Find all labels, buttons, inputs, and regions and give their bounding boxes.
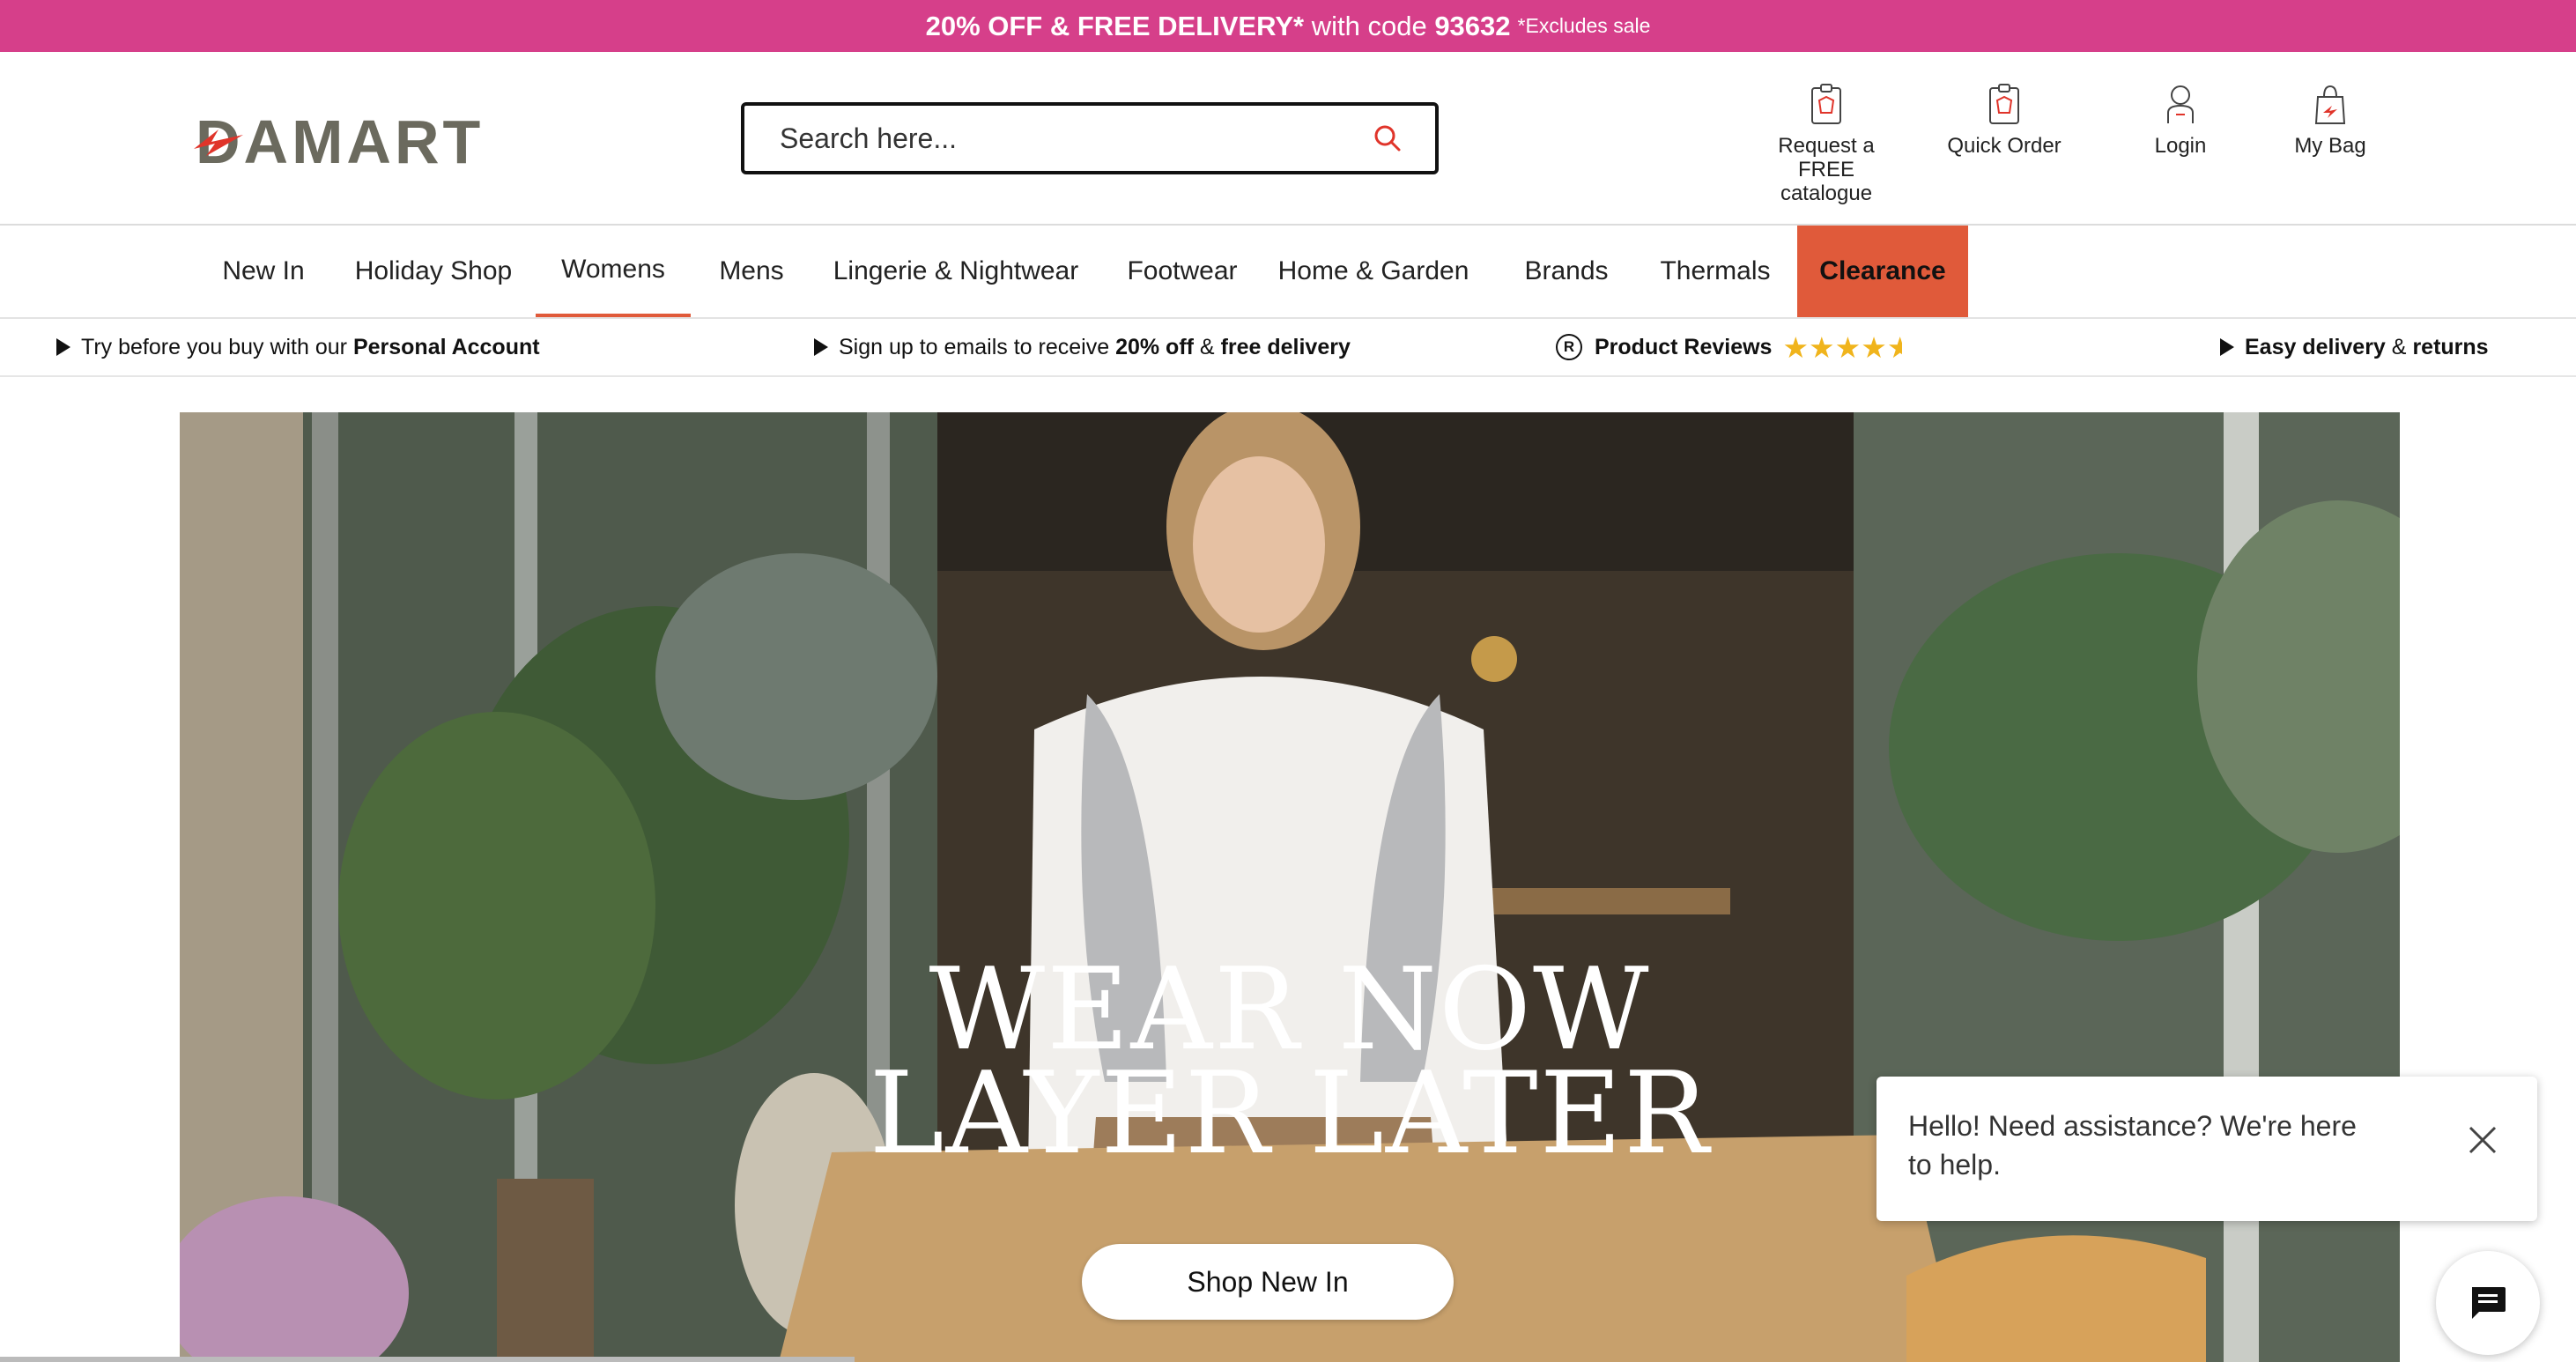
search-icon[interactable] (1372, 122, 1403, 154)
user-icon (2167, 85, 2194, 123)
shop-new-in-button[interactable]: Shop New In (1082, 1244, 1454, 1320)
usp-delivery-mid: & (2391, 334, 2407, 359)
damart-logo[interactable]: DAMART (194, 107, 484, 177)
nav-item-clearance[interactable]: Clearance (1797, 226, 1968, 317)
usp-email-bold1: 20% off (1115, 334, 1194, 359)
nav-item-new-in[interactable]: New In (197, 226, 329, 317)
nav-item-mens[interactable]: Mens (694, 226, 809, 317)
chat-message: Hello! Need assistance? We're here to he… (1908, 1110, 2357, 1181)
nav-item-brands[interactable]: Brands (1514, 226, 1619, 317)
search-box[interactable] (741, 102, 1439, 174)
usp-delivery-bold1: Easy delivery (2245, 334, 2386, 359)
catalogue-line-3: catalogue (1780, 181, 1873, 205)
usp-personal-prefix: Try before you buy with our (81, 334, 347, 359)
quick-order-label: Quick Order (1947, 134, 2062, 158)
usp-email-signup[interactable]: Sign up to emails to receive 20% off & f… (814, 319, 1351, 375)
my-bag-label: My Bag (2294, 134, 2366, 158)
close-icon[interactable] (2465, 1122, 2500, 1158)
main-nav: New In Holiday Shop Womens Mens Lingerie… (0, 226, 2576, 319)
quick-order-icon (1989, 84, 2019, 124)
my-bag-link[interactable]: My Bag (2286, 83, 2374, 158)
play-arrow-icon (2220, 338, 2234, 356)
logo-swoosh-icon (194, 130, 243, 156)
star-icon: ★ (1861, 330, 1887, 364)
usp-personal-account[interactable]: Try before you buy with our Personal Acc… (56, 319, 540, 375)
login-label: Login (2154, 134, 2207, 158)
usp-email-prefix: Sign up to emails to receive (839, 334, 1110, 359)
request-catalogue-link[interactable]: Request a FREE catalogue (1778, 83, 1875, 205)
promo-middle: with code (1311, 10, 1427, 41)
chat-greeting-popup: Hello! Need assistance? We're here to he… (1876, 1077, 2537, 1221)
promo-exclusion: *Excludes sale (1517, 14, 1651, 37)
nav-item-lingerie-nightwear[interactable]: Lingerie & Nightwear (819, 226, 1092, 317)
rating-stars: ★ ★ ★ ★ ★ (1782, 333, 1901, 362)
nav-item-home-garden[interactable]: Home & Garden (1272, 226, 1475, 317)
promo-offer: 20% OFF & FREE DELIVERY* (925, 10, 1305, 41)
catalogue-icon (1811, 84, 1841, 124)
login-link[interactable]: Login (2141, 83, 2220, 158)
nav-item-womens[interactable]: Womens (536, 226, 691, 317)
bottom-scroll-edge (0, 1357, 855, 1362)
usp-personal-bold: Personal Account (352, 334, 540, 359)
quick-order-link[interactable]: Quick Order (1943, 83, 2066, 158)
usp-email-bold2: free delivery (1220, 334, 1351, 359)
chat-bubble-icon (2472, 1287, 2506, 1319)
reviews-badge-icon: R (1556, 334, 1582, 360)
nav-item-holiday-shop[interactable]: Holiday Shop (337, 226, 530, 317)
usp-product-reviews[interactable]: R Product Reviews ★ ★ ★ ★ ★ (1556, 319, 1902, 375)
promo-banner[interactable]: 20% OFF & FREE DELIVERY* with code 93632… (0, 0, 2576, 52)
nav-item-footwear[interactable]: Footwear (1110, 226, 1255, 317)
site-header: DAMART Request a FREE catalogue Quick Or… (0, 52, 2576, 226)
chat-launcher-button[interactable] (2436, 1251, 2540, 1355)
catalogue-line-2: FREE (1797, 158, 1854, 181)
play-arrow-icon (814, 338, 828, 356)
promo-code: 93632 (1434, 10, 1511, 41)
catalogue-line-1: Request a (1778, 134, 1875, 158)
usp-reviews-label: Product Reviews (1595, 334, 1773, 359)
star-icon: ★ (1834, 330, 1862, 364)
star-icon: ★ (1782, 330, 1810, 364)
usp-email-mid: & (1199, 334, 1215, 359)
bag-icon (2314, 85, 2346, 124)
usp-bar: Try before you buy with our Personal Acc… (0, 319, 2576, 377)
nav-item-thermals[interactable]: Thermals (1649, 226, 1781, 317)
usp-delivery-returns[interactable]: Easy delivery & returns (2220, 319, 2489, 375)
promo-text: 20% OFF & FREE DELIVERY* with code 93632 (926, 11, 1511, 42)
hero-headline-line1: WEAR NOW (929, 944, 1651, 1076)
half-star-icon: ★ (1886, 332, 1902, 362)
star-icon: ★ (1809, 330, 1835, 364)
search-input[interactable] (780, 122, 1372, 155)
play-arrow-icon (56, 338, 70, 356)
usp-delivery-bold2: returns (2412, 334, 2489, 359)
